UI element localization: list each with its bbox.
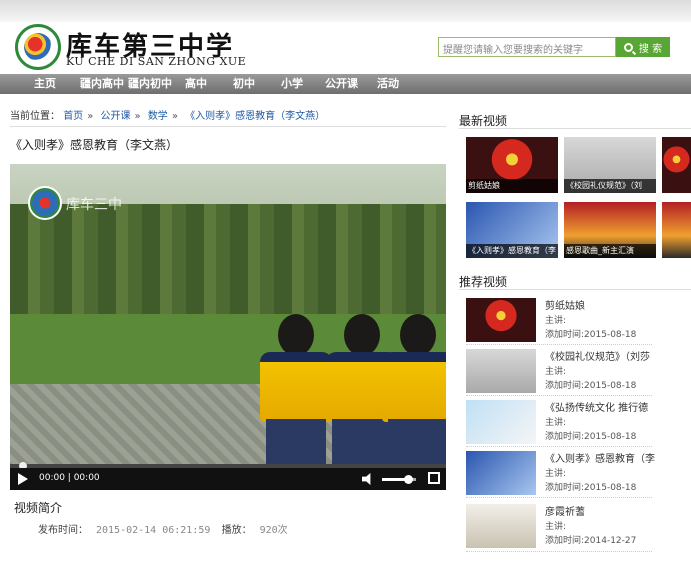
divider [466,395,652,396]
play-icon[interactable] [18,473,28,485]
rec-speaker-3: 主讲: [545,418,567,428]
breadcrumb-math[interactable]: 数学 [148,111,168,122]
volume-slider[interactable] [382,475,416,484]
rec-thumb-2[interactable] [466,349,536,393]
latest-video-4[interactable]: 感恩歌曲_新主汇演 [564,202,656,258]
breadcrumb-home[interactable]: 首页 [63,111,83,122]
nav-item-primary[interactable]: 小学 [281,74,303,94]
rec-date-2: 添加时间:2015-08-18 [545,381,637,391]
latest-video-partial[interactable] [662,137,691,193]
plays-count: 920次 [259,525,288,536]
divider [466,497,652,498]
breadcrumb-current[interactable]: 《入则孝》感恩教育（李文燕） [185,111,325,122]
video-watermark-logo [28,186,62,220]
publish-time: 2015-02-14 06:21:59 [96,525,211,536]
publish-label: 发布时间： [38,525,88,536]
nav-item-high[interactable]: 高中 [185,74,207,94]
search-icon [623,42,633,52]
search-input[interactable]: 提醒您请输入您要搜索的关键字 [438,37,616,57]
latest-video-3[interactable]: 《入则孝》感恩教育（李 [466,202,558,258]
rec-date-4: 添加时间:2015-08-18 [545,483,637,493]
breadcrumb-sep: » [171,111,178,122]
duration: 00:00 [73,473,100,483]
breadcrumb: 当前位置： 首页» 公开课» 数学» 《入则孝》感恩教育（李文燕） [10,107,325,122]
video-student [378,314,446,464]
rec-thumb-5[interactable] [466,504,536,548]
video-meta: 发布时间： 2015-02-14 06:21:59 播放： 920次 [38,521,288,536]
latest-caption: 《入则孝》感恩教育（李 [466,244,558,258]
divider [459,289,691,290]
nav-item-home[interactable]: 主页 [34,74,56,94]
latest-caption: 感恩歌曲_新主汇演 [564,244,656,258]
rec-title-5[interactable]: 彦霞祈蓍 [545,503,585,518]
current-time: 00:00 [39,473,65,483]
nav-item-middle[interactable]: 初中 [233,74,255,94]
nav-item-xj-high[interactable]: 疆内高中 [80,74,124,94]
rec-title-1[interactable]: 剪纸姑娘 [545,297,585,312]
divider [10,126,446,127]
divider [459,128,691,129]
divider [466,551,652,552]
logo-emblem [24,33,52,61]
volume-knob[interactable] [404,475,413,484]
school-logo[interactable] [15,24,61,70]
rec-date-3: 添加时间:2015-08-18 [545,432,637,442]
divider [466,446,652,447]
search-button-label: 搜 索 [638,43,663,55]
breadcrumb-open-class[interactable]: 公开课 [101,111,131,122]
recommended-heading: 推荐视频 [459,275,508,289]
breadcrumb-prefix: 当前位置： [10,111,60,122]
latest-video-2[interactable]: 《校园礼仪规范》（刘 [564,137,656,193]
nav-item-xj-middle[interactable]: 疆内初中 [128,74,172,94]
video-watermark-text: 库车三中 [66,197,122,213]
school-name-en: KU CHE DI SAN ZHONG XUE [66,55,247,68]
video-time: 00:00 | 00:00 [39,473,100,483]
main-nav: 主页 疆内高中 疆内初中 高中 初中 小学 公开课 活动 [0,74,691,94]
rec-thumb-1[interactable] [466,298,536,342]
plays-label: 播放： [221,525,252,536]
breadcrumb-sep: » [87,111,94,122]
latest-caption: 《校园礼仪规范》（刘 [564,179,656,193]
breadcrumb-sep: » [134,111,141,122]
video-title: 《入则孝》感恩教育（李文燕） [10,138,179,152]
rec-title-2[interactable]: 《校园礼仪规范》（刘莎 [545,348,650,363]
rec-date-1: 添加时间:2015-08-18 [545,330,637,340]
rec-thumb-4[interactable] [466,451,536,495]
rec-thumb-3[interactable] [466,400,536,444]
top-band [0,0,691,22]
latest-heading: 最新视频 [459,114,508,128]
search-button[interactable]: 搜 索 [616,37,670,57]
nav-item-open-class[interactable]: 公开课 [325,74,358,94]
divider [466,344,652,345]
rec-speaker-4: 主讲: [545,469,567,479]
rec-speaker-1: 主讲: [545,316,567,326]
fullscreen-icon[interactable] [428,472,440,484]
rec-title-4[interactable]: 《入则孝》感恩教育（李 [545,450,655,465]
video-intro-heading: 视频简介 [14,501,63,515]
latest-caption: 剪纸姑娘 [466,179,558,193]
rec-date-5: 添加时间:2014-12-27 [545,536,637,546]
nav-item-activity[interactable]: 活动 [377,74,399,94]
rec-speaker-2: 主讲: [545,367,567,377]
latest-video-partial[interactable] [662,202,691,258]
video-player[interactable]: 库车三中 [10,164,446,490]
latest-video-1[interactable]: 剪纸姑娘 [466,137,558,193]
rec-speaker-5: 主讲: [545,522,567,532]
rec-title-3[interactable]: 《弘扬传统文化 推行德 [545,399,648,414]
